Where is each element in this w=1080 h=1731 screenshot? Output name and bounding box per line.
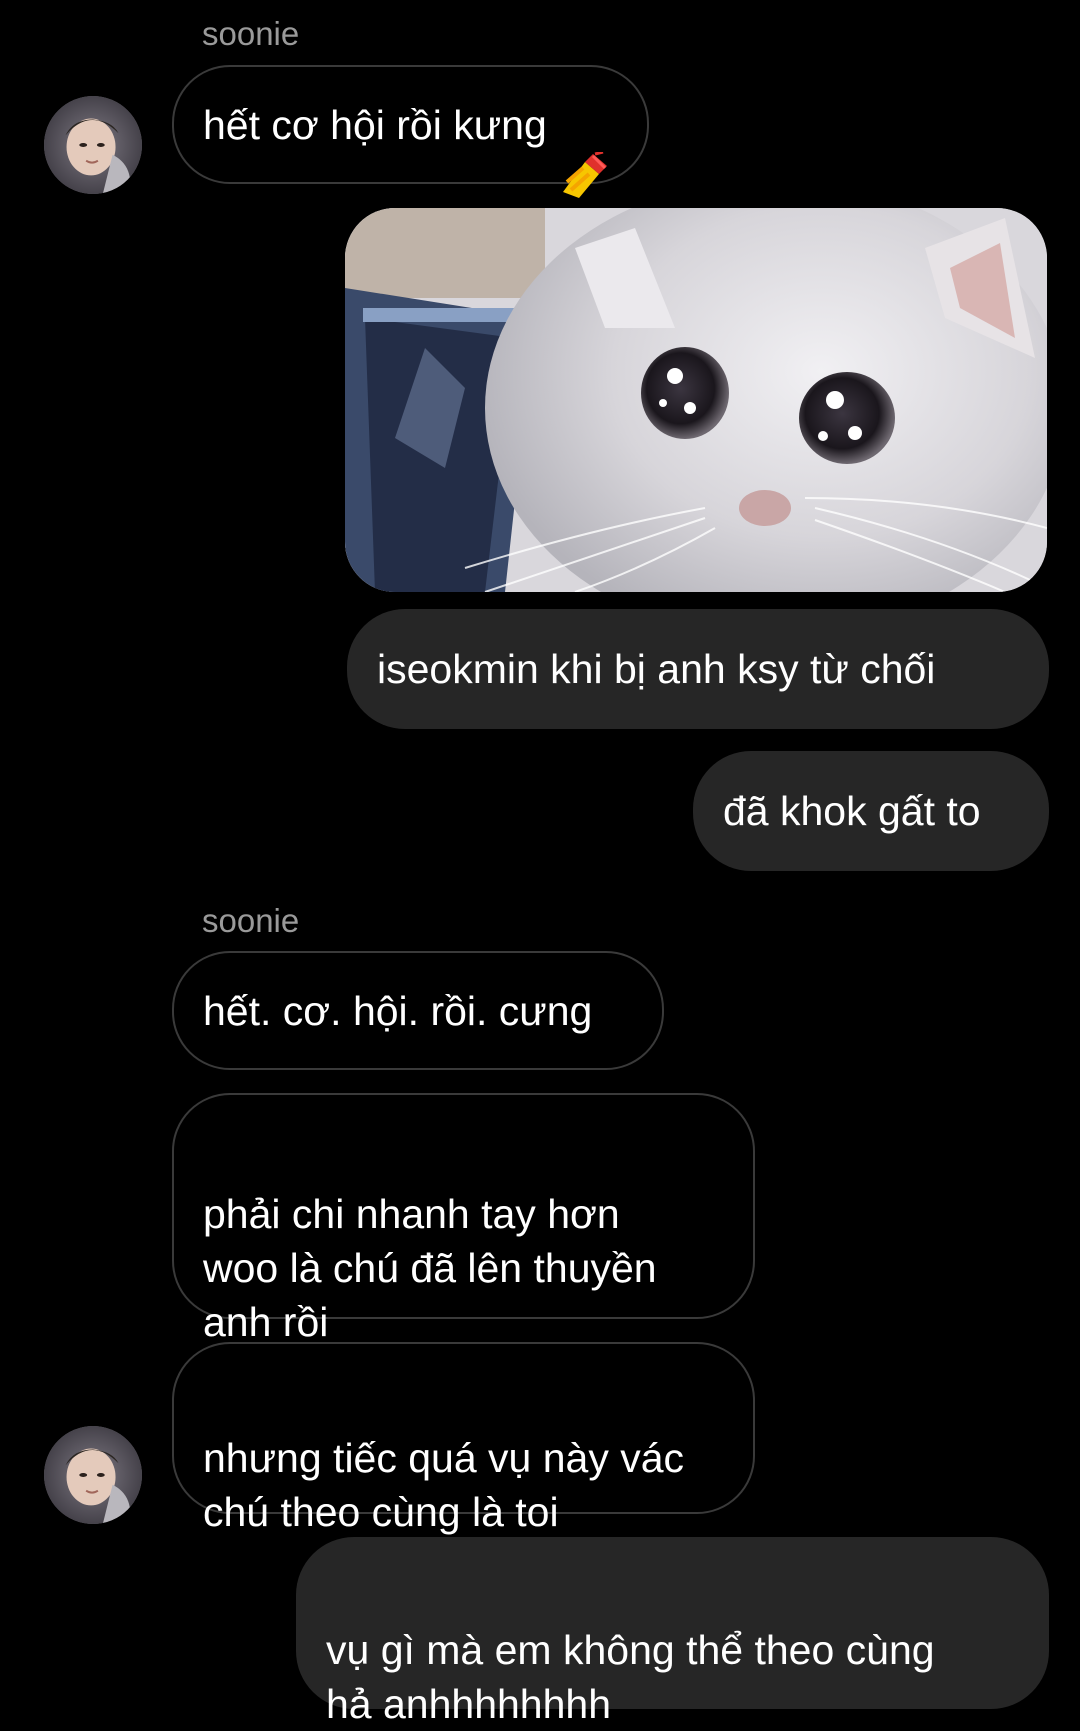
avatar-photo [44, 96, 142, 194]
message-text: đã khok gất to [723, 788, 981, 834]
message-text: nhưng tiếc quá vụ này vác chú theo cùng … [203, 1435, 685, 1535]
message-bubble-incoming[interactable]: hết. cơ. hội. rồi. cưng [172, 951, 664, 1070]
message-bubble-outgoing[interactable]: iseokmin khi bị anh ksy từ chối [347, 609, 1049, 729]
sender-name: soonie [202, 15, 300, 52]
crying-cat-photo[interactable] [345, 208, 1047, 592]
message-text: vụ gì mà em không thể theo cùng hả anhhh… [326, 1627, 935, 1727]
avatar-photo [44, 1426, 142, 1524]
message-text: hết cơ hội rồi kưng [203, 101, 547, 148]
avatar[interactable] [44, 1426, 142, 1524]
message-bubble-incoming[interactable]: hết cơ hội rồi kưng [172, 65, 649, 198]
cat-image-icon [345, 208, 1047, 592]
message-text: phải chi nhanh tay hơn woo là chú đã lên… [203, 1191, 657, 1345]
message-bubble-incoming[interactable]: nhưng tiếc quá vụ này vác chú theo cùng … [172, 1342, 755, 1535]
message-text: hết. cơ. hội. rồi. cưng [203, 987, 593, 1034]
nail-polish-emoji-icon [559, 98, 611, 198]
message-bubble-outgoing[interactable]: vụ gì mà em không thể theo cùng hả anhhh… [296, 1537, 1049, 1727]
message-bubble-incoming[interactable]: phải chi nhanh tay hơn woo là chú đã lên… [172, 1093, 755, 1345]
message-text: iseokmin khi bị anh ksy từ chối [377, 646, 936, 692]
sender-name: soonie [202, 902, 300, 939]
avatar[interactable] [44, 96, 142, 194]
message-bubble-outgoing[interactable]: đã khok gất to [693, 751, 1049, 871]
